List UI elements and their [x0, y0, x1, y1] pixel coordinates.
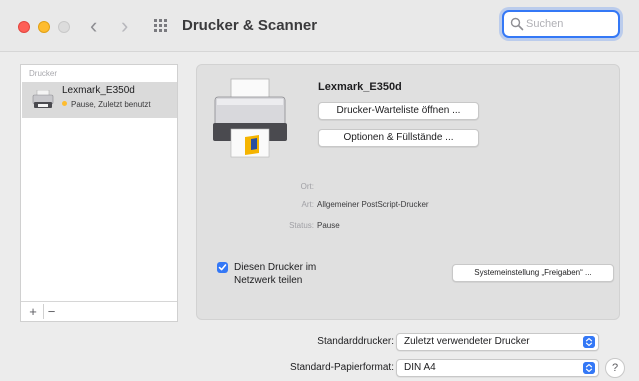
- sidebar-bottom-bar: + −: [21, 301, 177, 321]
- printer-status-text: Pause, Zuletzt benutzt: [71, 100, 151, 109]
- help-button[interactable]: ?: [605, 358, 625, 378]
- minimize-window-button[interactable]: [38, 21, 50, 33]
- printer-detail-panel: Lexmark_E350d Drucker-Warteliste öffnen …: [196, 64, 620, 320]
- printer-list-header: Drucker: [29, 69, 58, 78]
- share-printer-label: Diesen Drucker im Netzwerk teilen: [234, 262, 317, 286]
- printer-detail-name: Lexmark_E350d: [318, 81, 402, 93]
- paper-size-label: Standard-Papierformat:: [290, 362, 394, 373]
- window-title: Drucker & Scanner: [182, 17, 318, 34]
- share-printer-checkbox[interactable]: [217, 262, 228, 273]
- paper-size-select[interactable]: DIN A4: [396, 359, 599, 377]
- checkmark-icon: [218, 264, 227, 271]
- search-icon: [510, 17, 524, 31]
- toolbar: ‹ › Drucker & Scanner: [0, 0, 639, 52]
- chevron-up-down-icon: [583, 336, 595, 348]
- system-preferences-window: ‹ › Drucker & Scanner Drucker Lexmar: [0, 0, 639, 381]
- default-printer-label: Standarddrucker:: [317, 336, 394, 347]
- search-input[interactable]: [526, 15, 614, 33]
- default-printer-value: Zuletzt verwendeter Drucker: [404, 336, 530, 347]
- location-label: Ort:: [300, 182, 314, 191]
- back-button[interactable]: ‹: [90, 13, 97, 39]
- status-label: Status:: [289, 221, 314, 230]
- show-all-grid-icon[interactable]: [154, 19, 168, 33]
- paper-size-value: DIN A4: [404, 362, 436, 373]
- open-print-queue-button[interactable]: Drucker-Warteliste öffnen ...: [318, 102, 479, 120]
- printer-large-icon: [213, 78, 287, 158]
- kind-value: Allgemeiner PostScript-Drucker: [317, 200, 429, 209]
- chevron-up-down-icon: [583, 362, 595, 374]
- default-printer-select[interactable]: Zuletzt verwendeter Drucker: [396, 333, 599, 351]
- sharing-preferences-button[interactable]: Systemeinstellung „Freigaben“ ...: [452, 264, 614, 282]
- kind-label: Art:: [301, 200, 314, 209]
- printer-status: Pause, Zuletzt benutzt: [62, 100, 151, 109]
- options-supplies-button[interactable]: Optionen & Füllstände ...: [318, 129, 479, 147]
- status-value: Pause: [317, 221, 340, 230]
- search-field[interactable]: [502, 10, 620, 38]
- forward-button[interactable]: ›: [121, 13, 128, 39]
- status-dot-icon: [62, 101, 67, 106]
- add-printer-button[interactable]: +: [25, 304, 41, 319]
- zoom-window-button[interactable]: [58, 21, 70, 33]
- remove-printer-button[interactable]: −: [43, 304, 59, 319]
- printer-list-sidebar: Drucker Lexmark_E350d Pause, Zuletzt ben…: [20, 64, 178, 322]
- printer-name: Lexmark_E350d: [62, 85, 135, 96]
- close-window-button[interactable]: [18, 21, 30, 33]
- printer-list-item[interactable]: Lexmark_E350d Pause, Zuletzt benutzt: [22, 82, 177, 118]
- printer-icon: [32, 90, 54, 108]
- share-printer-option[interactable]: Diesen Drucker im Netzwerk teilen: [217, 261, 347, 289]
